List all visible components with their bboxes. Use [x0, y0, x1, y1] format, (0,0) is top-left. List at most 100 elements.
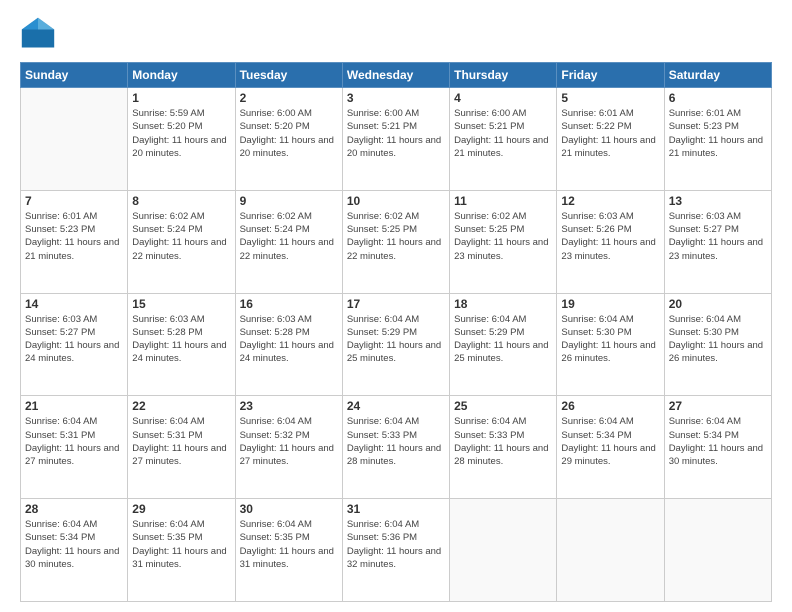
calendar-day-header: Wednesday	[342, 63, 449, 88]
calendar-day-cell	[21, 88, 128, 191]
calendar-day-cell: 3Sunrise: 6:00 AM Sunset: 5:21 PM Daylig…	[342, 88, 449, 191]
day-info: Sunrise: 6:04 AM Sunset: 5:29 PM Dayligh…	[347, 313, 445, 366]
calendar-day-cell: 10Sunrise: 6:02 AM Sunset: 5:25 PM Dayli…	[342, 190, 449, 293]
day-info: Sunrise: 6:04 AM Sunset: 5:31 PM Dayligh…	[132, 415, 230, 468]
calendar-day-cell: 31 Sunrise: 6:04 AM Sunset: 5:36 PM Dayli…	[342, 499, 449, 602]
day-info: Sunrise: 6:04 AM Sunset: 5:35 PM Dayligh…	[240, 518, 338, 571]
calendar-day-cell: 26 Sunrise: 6:04 AM Sunset: 5:34 PM Dayli…	[557, 396, 664, 499]
logo	[20, 16, 60, 52]
day-info: Sunrise: 6:04 AM Sunset: 5:33 PM Dayligh…	[347, 415, 445, 468]
day-info: Sunrise: 6:04 AM Sunset: 5:34 PM Dayligh…	[25, 518, 123, 571]
calendar-day-cell: 1Sunrise: 5:59 AM Sunset: 5:20 PM Daylig…	[128, 88, 235, 191]
day-number: 17	[347, 297, 445, 311]
day-number: 18	[454, 297, 552, 311]
calendar-day-cell: 19 Sunrise: 6:04 AM Sunset: 5:30 PM Dayli…	[557, 293, 664, 396]
day-info: Sunrise: 6:02 AM Sunset: 5:24 PM Dayligh…	[132, 210, 230, 263]
day-number: 25	[454, 399, 552, 413]
day-number: 14	[25, 297, 123, 311]
calendar-day-header: Tuesday	[235, 63, 342, 88]
day-info: Sunrise: 6:01 AM Sunset: 5:22 PM Dayligh…	[561, 107, 659, 160]
day-number: 23	[240, 399, 338, 413]
calendar-table: SundayMondayTuesdayWednesdayThursdayFrid…	[20, 62, 772, 602]
day-number: 9	[240, 194, 338, 208]
day-number: 30	[240, 502, 338, 516]
calendar-day-header: Thursday	[450, 63, 557, 88]
calendar-day-cell: 9 Sunrise: 6:02 AM Sunset: 5:24 PM Daylig…	[235, 190, 342, 293]
day-number: 2	[240, 91, 338, 105]
calendar-day-cell: 16Sunrise: 6:03 AM Sunset: 5:28 PM Dayli…	[235, 293, 342, 396]
day-info: Sunrise: 6:03 AM Sunset: 5:27 PM Dayligh…	[669, 210, 767, 263]
day-info: Sunrise: 6:04 AM Sunset: 5:34 PM Dayligh…	[561, 415, 659, 468]
calendar-day-cell: 5Sunrise: 6:01 AM Sunset: 5:22 PM Daylig…	[557, 88, 664, 191]
calendar-day-cell: 18 Sunrise: 6:04 AM Sunset: 5:29 PM Dayli…	[450, 293, 557, 396]
day-info: Sunrise: 6:04 AM Sunset: 5:36 PM Dayligh…	[347, 518, 445, 571]
header	[20, 16, 772, 52]
day-number: 28	[25, 502, 123, 516]
day-info: Sunrise: 6:04 AM Sunset: 5:32 PM Dayligh…	[240, 415, 338, 468]
calendar-day-cell: 17 Sunrise: 6:04 AM Sunset: 5:29 PM Dayli…	[342, 293, 449, 396]
day-number: 13	[669, 194, 767, 208]
calendar-week-row: 7 Sunrise: 6:01 AM Sunset: 5:23 PM Daylig…	[21, 190, 772, 293]
day-info: Sunrise: 6:04 AM Sunset: 5:30 PM Dayligh…	[561, 313, 659, 366]
calendar-week-row: 14 Sunrise: 6:03 AM Sunset: 5:27 PM Dayli…	[21, 293, 772, 396]
day-info: Sunrise: 6:04 AM Sunset: 5:34 PM Dayligh…	[669, 415, 767, 468]
day-number: 3	[347, 91, 445, 105]
day-number: 24	[347, 399, 445, 413]
calendar-day-cell: 24 Sunrise: 6:04 AM Sunset: 5:33 PM Dayli…	[342, 396, 449, 499]
day-number: 15	[132, 297, 230, 311]
calendar-day-cell: 7 Sunrise: 6:01 AM Sunset: 5:23 PM Daylig…	[21, 190, 128, 293]
calendar-day-cell: 6 Sunrise: 6:01 AM Sunset: 5:23 PM Daylig…	[664, 88, 771, 191]
day-number: 1	[132, 91, 230, 105]
day-number: 21	[25, 399, 123, 413]
calendar-day-cell: 4Sunrise: 6:00 AM Sunset: 5:21 PM Daylig…	[450, 88, 557, 191]
day-info: Sunrise: 6:00 AM Sunset: 5:20 PM Dayligh…	[240, 107, 338, 160]
calendar-day-header: Saturday	[664, 63, 771, 88]
calendar-day-cell: 30 Sunrise: 6:04 AM Sunset: 5:35 PM Dayli…	[235, 499, 342, 602]
day-number: 6	[669, 91, 767, 105]
calendar-day-cell	[450, 499, 557, 602]
day-info: Sunrise: 6:04 AM Sunset: 5:30 PM Dayligh…	[669, 313, 767, 366]
day-info: Sunrise: 6:03 AM Sunset: 5:28 PM Dayligh…	[132, 313, 230, 366]
day-info: Sunrise: 6:04 AM Sunset: 5:33 PM Dayligh…	[454, 415, 552, 468]
day-number: 11	[454, 194, 552, 208]
day-info: Sunrise: 6:04 AM Sunset: 5:29 PM Dayligh…	[454, 313, 552, 366]
calendar-day-cell: 22 Sunrise: 6:04 AM Sunset: 5:31 PM Dayli…	[128, 396, 235, 499]
day-number: 29	[132, 502, 230, 516]
day-info: Sunrise: 6:01 AM Sunset: 5:23 PM Dayligh…	[669, 107, 767, 160]
calendar-day-header: Sunday	[21, 63, 128, 88]
day-number: 10	[347, 194, 445, 208]
day-number: 19	[561, 297, 659, 311]
day-number: 12	[561, 194, 659, 208]
day-number: 27	[669, 399, 767, 413]
day-number: 26	[561, 399, 659, 413]
calendar-day-cell: 11 Sunrise: 6:02 AM Sunset: 5:25 PM Dayli…	[450, 190, 557, 293]
day-info: Sunrise: 6:02 AM Sunset: 5:24 PM Dayligh…	[240, 210, 338, 263]
calendar-week-row: 1Sunrise: 5:59 AM Sunset: 5:20 PM Daylig…	[21, 88, 772, 191]
calendar-day-header: Friday	[557, 63, 664, 88]
day-number: 22	[132, 399, 230, 413]
calendar-day-cell	[557, 499, 664, 602]
day-info: Sunrise: 6:03 AM Sunset: 5:28 PM Dayligh…	[240, 313, 338, 366]
day-info: Sunrise: 6:02 AM Sunset: 5:25 PM Dayligh…	[454, 210, 552, 263]
day-info: Sunrise: 6:03 AM Sunset: 5:27 PM Dayligh…	[25, 313, 123, 366]
calendar-week-row: 28 Sunrise: 6:04 AM Sunset: 5:34 PM Dayli…	[21, 499, 772, 602]
calendar-day-cell: 23 Sunrise: 6:04 AM Sunset: 5:32 PM Dayli…	[235, 396, 342, 499]
calendar-day-cell: 14 Sunrise: 6:03 AM Sunset: 5:27 PM Dayli…	[21, 293, 128, 396]
day-number: 8	[132, 194, 230, 208]
day-number: 31	[347, 502, 445, 516]
logo-icon	[20, 16, 56, 52]
page: SundayMondayTuesdayWednesdayThursdayFrid…	[0, 0, 792, 612]
calendar-day-cell: 21 Sunrise: 6:04 AM Sunset: 5:31 PM Dayli…	[21, 396, 128, 499]
calendar-day-cell: 8 Sunrise: 6:02 AM Sunset: 5:24 PM Daylig…	[128, 190, 235, 293]
calendar-header-row: SundayMondayTuesdayWednesdayThursdayFrid…	[21, 63, 772, 88]
calendar-day-cell	[664, 499, 771, 602]
day-info: Sunrise: 6:04 AM Sunset: 5:31 PM Dayligh…	[25, 415, 123, 468]
calendar-day-cell: 29Sunrise: 6:04 AM Sunset: 5:35 PM Dayli…	[128, 499, 235, 602]
calendar-day-cell: 25 Sunrise: 6:04 AM Sunset: 5:33 PM Dayli…	[450, 396, 557, 499]
calendar-day-cell: 27 Sunrise: 6:04 AM Sunset: 5:34 PM Dayli…	[664, 396, 771, 499]
day-info: Sunrise: 6:01 AM Sunset: 5:23 PM Dayligh…	[25, 210, 123, 263]
day-info: Sunrise: 6:03 AM Sunset: 5:26 PM Dayligh…	[561, 210, 659, 263]
calendar-day-cell: 13 Sunrise: 6:03 AM Sunset: 5:27 PM Dayli…	[664, 190, 771, 293]
calendar-day-cell: 12 Sunrise: 6:03 AM Sunset: 5:26 PM Dayli…	[557, 190, 664, 293]
day-number: 7	[25, 194, 123, 208]
